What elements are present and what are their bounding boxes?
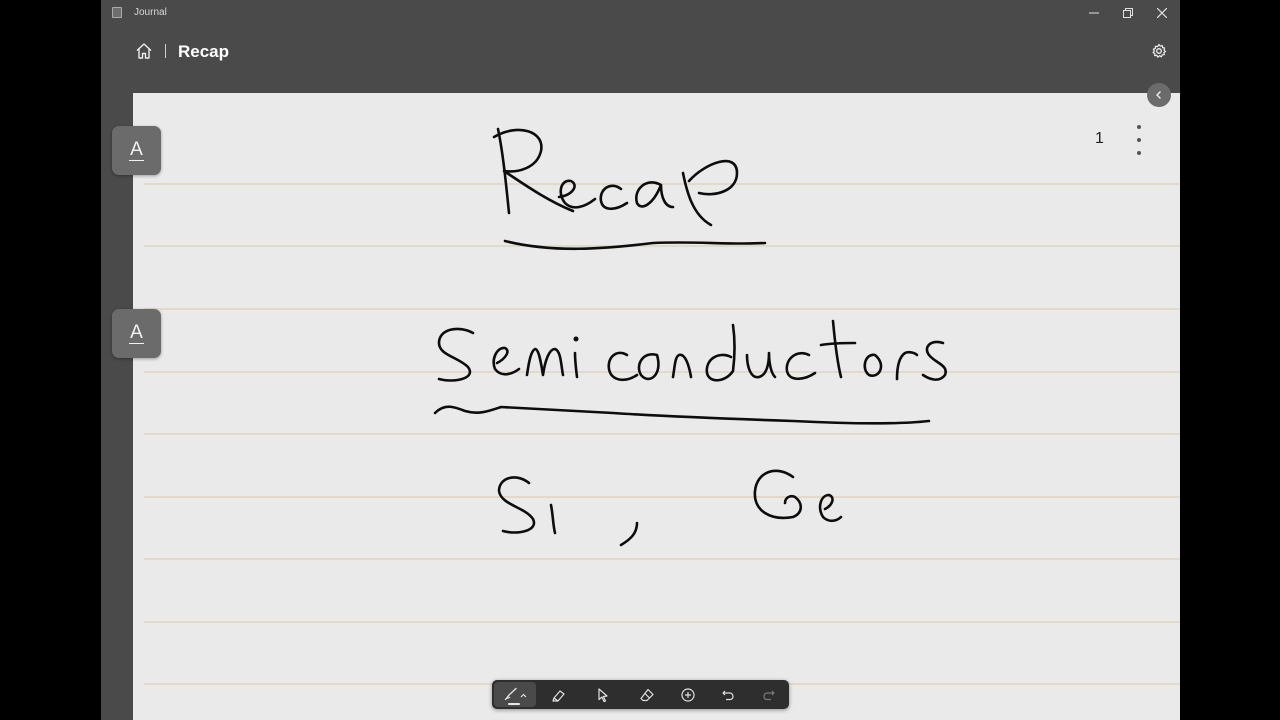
restore-button[interactable] — [1111, 0, 1145, 26]
handwriting-semiconductors — [433, 319, 947, 425]
journal-window: Journal Recap 1 A A — [101, 0, 1180, 720]
add-button[interactable] — [670, 680, 706, 709]
pen-icon — [504, 687, 527, 700]
highlighter-tool-button[interactable] — [541, 680, 577, 709]
select-pointer-icon — [598, 687, 608, 702]
journal-app-icon — [112, 7, 122, 18]
redo-button[interactable] — [751, 680, 787, 709]
app-bar: Recap — [101, 30, 1180, 74]
handwriting-si-ge — [497, 469, 843, 547]
close-button[interactable] — [1145, 0, 1179, 26]
handwriting-ink-layer — [433, 127, 947, 547]
minimize-icon — [1089, 12, 1099, 14]
collapse-panel-button[interactable] — [1147, 83, 1171, 107]
eraser-icon — [640, 688, 654, 701]
app-title: Journal — [134, 7, 167, 18]
add-circle-icon — [681, 687, 695, 702]
minimize-button[interactable] — [1077, 0, 1111, 26]
close-icon — [1157, 8, 1167, 18]
page-title: Recap — [178, 42, 230, 61]
title-bar: Journal — [101, 0, 1180, 26]
ink-toolbar — [492, 680, 789, 709]
text-box-button[interactable]: A — [112, 309, 161, 358]
text-tool-label: A — [129, 139, 144, 161]
text-tool-label: A — [129, 322, 144, 344]
notebook-page[interactable]: 1 — [133, 93, 1180, 720]
highlighter-icon — [552, 689, 565, 702]
undo-icon — [722, 690, 734, 700]
breadcrumb-divider — [165, 44, 166, 58]
restore-icon — [1123, 8, 1133, 18]
undo-button[interactable] — [710, 680, 746, 709]
home-icon[interactable] — [135, 42, 153, 60]
text-box-button[interactable]: A — [112, 126, 161, 175]
active-tool-indicator — [508, 703, 520, 705]
chevron-left-icon — [1156, 91, 1161, 99]
gear-icon[interactable] — [1151, 43, 1167, 59]
pen-tool-button[interactable] — [494, 682, 536, 707]
redo-icon — [763, 690, 775, 700]
handwriting-recap — [492, 127, 767, 251]
lasso-select-button[interactable] — [585, 680, 621, 709]
eraser-tool-button[interactable] — [629, 680, 665, 709]
